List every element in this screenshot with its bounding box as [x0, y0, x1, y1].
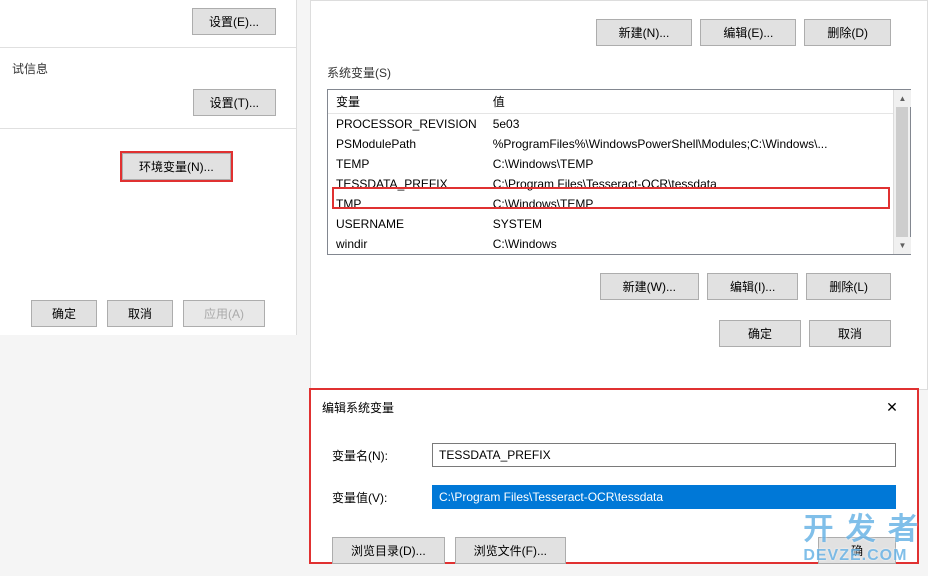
- var-value-input[interactable]: [432, 485, 896, 509]
- cell-val: C:\Windows\TEMP: [485, 194, 910, 214]
- dialog-title: 编辑系统变量: [322, 399, 394, 416]
- ok-button[interactable]: 确定: [31, 300, 97, 327]
- cell-val: SYSTEM: [485, 214, 910, 234]
- env-cancel-button[interactable]: 取消: [809, 320, 891, 347]
- var-name-input[interactable]: [432, 443, 896, 467]
- cell-var: TEMP: [328, 154, 485, 174]
- edit-sys-var-dialog: 编辑系统变量 ✕ 变量名(N): 变量值(V): 浏览目录(D)... 浏览文件…: [309, 388, 919, 564]
- cell-val: %ProgramFiles%\WindowsPowerShell\Modules…: [485, 134, 910, 154]
- table-row[interactable]: windirC:\Windows: [328, 234, 910, 254]
- env-ok-button[interactable]: 确定: [719, 320, 801, 347]
- apply-button: 应用(A): [183, 300, 265, 327]
- cell-var: TMP: [328, 194, 485, 214]
- user-vars-buttons: 新建(N)... 编辑(E)... 删除(D): [327, 9, 911, 56]
- table-row[interactable]: PROCESSOR_REVISION5e03: [328, 114, 910, 135]
- sys-vars-table-container: 变量 值 PROCESSOR_REVISION5e03PSModulePath%…: [327, 89, 911, 255]
- sys-vars-label: 系统变量(S): [327, 56, 911, 89]
- env-footer: 确定 取消: [327, 310, 911, 357]
- var-value-label: 变量值(V):: [332, 489, 432, 506]
- table-row[interactable]: TEMPC:\Windows\TEMP: [328, 154, 910, 174]
- env-vars-highlight: 环境变量(N)...: [120, 151, 233, 182]
- test-info-label: 试信息: [0, 52, 296, 81]
- scroll-up-icon[interactable]: ▲: [894, 90, 911, 107]
- sys-delete-button[interactable]: 删除(L): [806, 273, 891, 300]
- cell-var: TESSDATA_PREFIX: [328, 174, 485, 194]
- dialog-titlebar: 编辑系统变量 ✕: [312, 391, 916, 423]
- left-footer: 确定 取消 应用(A): [0, 300, 296, 327]
- edit-ok-button[interactable]: 确: [818, 537, 896, 564]
- cell-val: C:\Windows: [485, 234, 910, 254]
- system-properties-panel: 设置(E)... 试信息 设置(T)... 环境变量(N)... 确定 取消 应…: [0, 0, 297, 335]
- table-row[interactable]: TESSDATA_PREFIXC:\Program Files\Tesserac…: [328, 174, 910, 194]
- table-row[interactable]: TMPC:\Windows\TEMP: [328, 194, 910, 214]
- cell-var: windir: [328, 234, 485, 254]
- browse-file-button[interactable]: 浏览文件(F)...: [455, 537, 566, 564]
- env-vars-button[interactable]: 环境变量(N)...: [122, 153, 231, 180]
- env-vars-dialog: 新建(N)... 编辑(E)... 删除(D) 系统变量(S) 变量 值 PRO…: [310, 0, 928, 390]
- settings-t-button[interactable]: 设置(T)...: [193, 89, 276, 116]
- cell-val: C:\Program Files\Tesseract-OCR\tessdata: [485, 174, 910, 194]
- sys-new-button[interactable]: 新建(W)...: [600, 273, 699, 300]
- cell-val: C:\Windows\TEMP: [485, 154, 910, 174]
- user-delete-button[interactable]: 删除(D): [804, 19, 891, 46]
- cell-val: 5e03: [485, 114, 910, 135]
- table-row[interactable]: USERNAMESYSTEM: [328, 214, 910, 234]
- cell-var: USERNAME: [328, 214, 485, 234]
- divider: [0, 128, 296, 129]
- scroll-thumb[interactable]: [896, 107, 908, 237]
- close-icon[interactable]: ✕: [876, 397, 908, 417]
- table-row[interactable]: PSModulePath%ProgramFiles%\WindowsPowerS…: [328, 134, 910, 154]
- cell-var: PROCESSOR_REVISION: [328, 114, 485, 135]
- user-new-button[interactable]: 新建(N)...: [596, 19, 693, 46]
- scroll-down-icon[interactable]: ▼: [894, 237, 911, 254]
- sys-edit-button[interactable]: 编辑(I)...: [707, 273, 798, 300]
- cancel-button[interactable]: 取消: [107, 300, 173, 327]
- scrollbar[interactable]: ▲ ▼: [893, 90, 910, 254]
- sys-vars-buttons: 新建(W)... 编辑(I)... 删除(L): [327, 263, 911, 310]
- sys-vars-table: 变量 值 PROCESSOR_REVISION5e03PSModulePath%…: [328, 90, 910, 254]
- col-val[interactable]: 值: [485, 90, 910, 114]
- browse-dir-button[interactable]: 浏览目录(D)...: [332, 537, 445, 564]
- dialog-footer: 浏览目录(D)... 浏览文件(F)... 确: [312, 537, 916, 576]
- col-var[interactable]: 变量: [328, 90, 485, 114]
- cell-var: PSModulePath: [328, 134, 485, 154]
- divider: [0, 47, 296, 48]
- user-edit-button[interactable]: 编辑(E)...: [700, 19, 796, 46]
- settings-e-button[interactable]: 设置(E)...: [192, 8, 276, 35]
- var-name-label: 变量名(N):: [332, 447, 432, 464]
